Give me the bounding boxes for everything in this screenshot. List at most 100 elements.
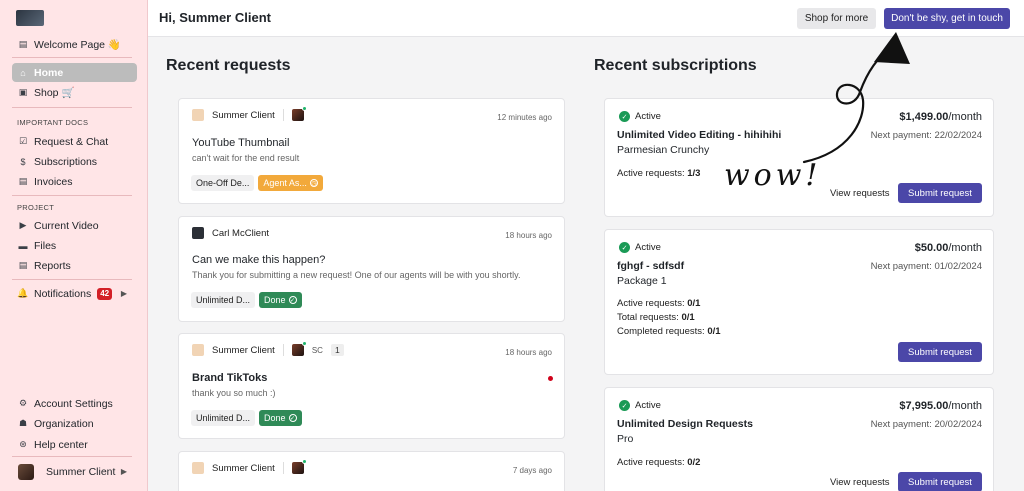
request-time: 7 days ago	[512, 466, 552, 475]
avatar	[18, 463, 34, 480]
request-subtitle: thank you so much :)	[192, 388, 276, 398]
subscription-plan: Package 1	[617, 275, 667, 287]
next-payment: Next payment: 20/02/2024	[870, 419, 982, 430]
subscription-name: fghgf - sdfsdf	[617, 260, 685, 272]
avatar	[192, 109, 204, 121]
annotation-text: wow!	[724, 158, 822, 193]
divider	[12, 107, 132, 108]
unread-indicator	[548, 376, 553, 381]
request-card[interactable]: Summer Client 7 days ago	[178, 451, 565, 491]
status-badge: Done ✓	[259, 292, 302, 308]
document-icon: ▤	[18, 39, 28, 49]
gear-icon: ⚙	[18, 398, 28, 408]
subscription-card[interactable]: ✓ Active $7,995.00/month Next payment: 2…	[604, 387, 994, 491]
invoice-icon: ▤	[18, 176, 28, 186]
sidebar-item-shop[interactable]: ▣ Shop 🛒	[12, 83, 137, 102]
status-badge: ✓ Active	[619, 111, 661, 122]
bell-icon: 🔔	[17, 288, 29, 298]
sidebar-item-current-video[interactable]: ▶ Current Video	[12, 216, 137, 235]
section-label-project: PROJECT	[17, 203, 55, 212]
next-payment: Next payment: 22/02/2024	[870, 130, 982, 141]
request-tags: Unlimited D... Done ✓	[191, 292, 302, 308]
assignee-avatar	[291, 341, 307, 356]
completed-requests-stat: Completed requests: 0/1	[617, 326, 721, 337]
subscription-price: $50.00/month	[914, 242, 982, 254]
request-header: Summer Client	[192, 459, 307, 474]
view-requests-link[interactable]: View requests	[830, 188, 890, 199]
section-label-important-docs: IMPORTANT DOCS	[17, 118, 89, 127]
sidebar-item-home[interactable]: ⌂ Home	[12, 63, 137, 82]
topbar: Hi, Summer Client Shop for more Don't be…	[148, 0, 1024, 37]
subscription-name: Unlimited Design Requests	[617, 418, 753, 430]
request-time: 18 hours ago	[505, 348, 552, 357]
divider	[12, 195, 132, 196]
assignee-count: 1	[330, 344, 344, 356]
shop-for-more-button[interactable]: Shop for more	[797, 8, 876, 29]
request-user: Summer Client	[212, 109, 275, 121]
dollar-circle-icon: $	[20, 156, 26, 167]
recent-subscriptions-title: Recent subscriptions	[594, 57, 757, 74]
get-in-touch-button[interactable]: Don't be shy, get in touch	[884, 8, 1010, 29]
sidebar-item-welcome[interactable]: ▤ Welcome Page 👋	[12, 35, 137, 54]
chat-check-icon: ☑	[18, 136, 28, 146]
chevron-right-icon: ▶	[120, 289, 127, 298]
check-icon: ✓	[288, 296, 297, 304]
request-tags: Unlimited D... Done ✓	[191, 410, 302, 426]
clock-icon: ◷	[309, 179, 318, 187]
sidebar-item-notifications[interactable]: 🔔 Notifications 42 ▶	[12, 284, 137, 303]
check-icon: ✓	[288, 414, 297, 422]
sidebar-item-account-settings[interactable]: ⚙ Account Settings	[12, 394, 137, 413]
request-type-tag: Unlimited D...	[191, 292, 256, 308]
sidebar-item-files[interactable]: ▬ Files	[12, 236, 137, 255]
subscription-price: $7,995.00/month	[899, 400, 982, 412]
sidebar-item-label: Request & Chat	[34, 135, 109, 148]
submit-request-button[interactable]: Submit request	[898, 472, 982, 491]
sidebar-item-reports[interactable]: ▤ Reports	[12, 256, 137, 275]
recent-requests-title: Recent requests	[166, 57, 291, 74]
request-subtitle: Thank you for submitting a new request! …	[192, 270, 521, 280]
active-requests-stat: Active requests: 1/3	[617, 168, 701, 179]
sidebar-item-invoices[interactable]: ▤ Invoices	[12, 172, 137, 191]
divider	[282, 344, 284, 356]
request-type-tag: Unlimited D...	[191, 410, 256, 426]
divider	[282, 462, 284, 474]
subscription-card[interactable]: ✓ Active $50.00/month Next payment: 01/0…	[604, 229, 994, 375]
shopping-bag-icon: ▣	[18, 87, 28, 97]
sidebar-item-label: Files	[34, 239, 57, 252]
request-user: Summer Client	[212, 462, 275, 474]
subscription-name: Unlimited Video Editing - hihihihi	[617, 129, 782, 141]
sidebar-item-label: Shop 🛒	[34, 87, 75, 99]
active-requests-stat: Active requests: 0/1	[617, 298, 701, 309]
request-time: 12 minutes ago	[497, 113, 552, 122]
avatar	[192, 462, 204, 474]
divider	[282, 109, 284, 121]
sidebar-user-menu[interactable]: Summer Client ▶	[12, 462, 137, 481]
request-user: Summer Client	[212, 344, 275, 356]
sidebar-item-help-center[interactable]: ⊛ Help center	[12, 435, 137, 454]
view-requests-link[interactable]: View requests	[830, 477, 890, 488]
request-card[interactable]: Summer Client 12 minutes ago YouTube Thu…	[178, 98, 565, 204]
request-header: Summer Client	[192, 106, 307, 121]
report-icon: ▤	[18, 260, 28, 270]
sidebar-item-label: Organization	[34, 417, 94, 430]
logo[interactable]	[16, 10, 44, 26]
sidebar-item-organization[interactable]: ☗ Organization	[12, 414, 137, 433]
home-icon: ⌂	[20, 67, 26, 78]
request-time: 18 hours ago	[505, 231, 552, 240]
divider	[12, 279, 132, 280]
request-card[interactable]: Summer Client SC 1 18 hours ago Brand Ti…	[178, 333, 565, 439]
sidebar-item-label: Invoices	[34, 175, 73, 188]
subscription-plan: Pro	[617, 433, 634, 445]
folder-icon: ▬	[18, 240, 28, 251]
video-icon: ▶	[19, 220, 27, 230]
request-subtitle: can't wait for the end result	[192, 153, 300, 163]
request-card[interactable]: Carl McClient 18 hours ago Can we make t…	[178, 216, 565, 322]
sidebar-item-label: Help center	[34, 438, 88, 451]
sidebar-item-subscriptions[interactable]: $ Subscriptions	[12, 152, 137, 171]
total-requests-stat: Total requests: 0/1	[617, 312, 695, 323]
sidebar-item-request-chat[interactable]: ☑ Request & Chat	[12, 132, 137, 151]
submit-request-button[interactable]: Submit request	[898, 342, 982, 362]
check-circle-icon: ✓	[619, 242, 630, 253]
submit-request-button[interactable]: Submit request	[898, 183, 982, 203]
organization-icon: ☗	[18, 418, 28, 428]
